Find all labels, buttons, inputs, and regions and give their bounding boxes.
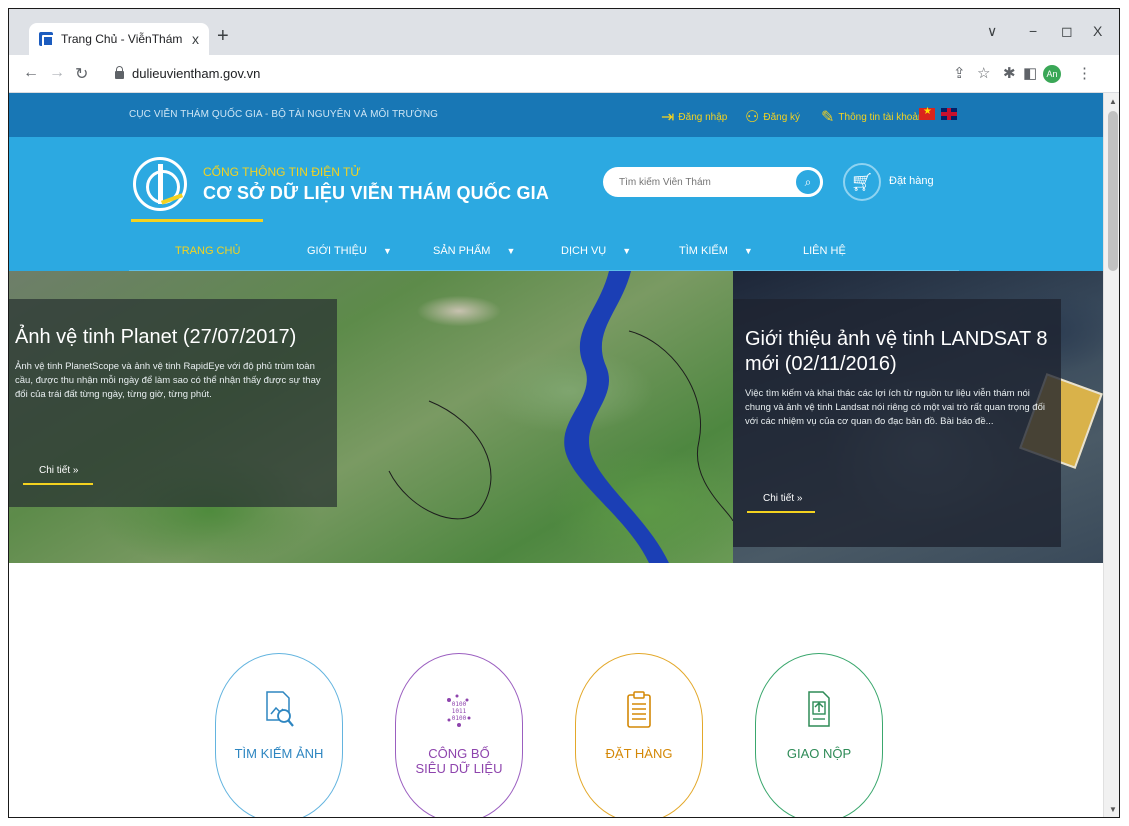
chevron-down-icon: ▼ (506, 246, 516, 256)
side-panel-icon[interactable]: ◧ (1023, 64, 1037, 82)
slide-more-underline (747, 511, 815, 513)
search-box: ⌕ (603, 167, 823, 197)
feature-label: ĐẶT HÀNG (605, 746, 673, 761)
scroll-down-icon[interactable]: ▼ (1109, 805, 1117, 814)
edit-icon: ✎ (821, 109, 835, 126)
page-scrollbar[interactable]: ▲ ▼ (1103, 93, 1119, 817)
login-label: Đăng nhập (678, 111, 728, 123)
upload-file-icon (808, 691, 830, 727)
register-user-icon: ⚇ (745, 109, 760, 126)
lock-icon (115, 65, 124, 79)
vietnamese-flag-icon[interactable] (919, 106, 935, 120)
browser-menu-icon[interactable]: ⋮ (1077, 64, 1092, 82)
scroll-up-icon[interactable]: ▲ (1109, 97, 1117, 106)
restore-button[interactable]: ◻ (1061, 23, 1073, 40)
feature-order[interactable]: ĐẶT HÀNG (575, 653, 703, 817)
menu-contact[interactable]: LIÊN HỆ (803, 245, 846, 257)
url-field[interactable]: dulieuvientham.gov.vn (115, 65, 261, 81)
menu-about-label: GIỚI THIỆU (307, 245, 367, 257)
order-link[interactable]: Đặt hàng (889, 175, 934, 187)
svg-text:1011: 1011 (452, 708, 467, 715)
slide-title-planet[interactable]: Ảnh vệ tinh Planet (27/07/2017) (15, 325, 333, 350)
scroll-thumb[interactable] (1108, 111, 1118, 271)
menu-search-label: TÌM KIẾM (679, 245, 728, 257)
menu-products[interactable]: SẢN PHẨM ▼ (433, 245, 515, 257)
close-window-button[interactable]: X (1093, 23, 1102, 39)
back-icon[interactable]: ← (23, 64, 39, 82)
image-search-icon (266, 691, 294, 727)
chevron-down-icon: ▼ (622, 246, 632, 256)
feature-label: GIAO NỘP (786, 746, 852, 761)
register-link[interactable]: ⚇ Đăng ký (745, 107, 800, 127)
menu-search[interactable]: TÌM KIẾM ▼ (679, 245, 753, 257)
chevron-down-icon: ▼ (743, 246, 753, 256)
slide-text-landsat: Việc tìm kiếm và khai thác các lợi ích t… (745, 388, 1045, 427)
login-icon: ⇥ (661, 109, 675, 126)
hero-slider: Ảnh vệ tinh Planet (27/07/2017) Ảnh vệ t… (9, 271, 1103, 563)
cart-icon[interactable]: 🛒︎ (843, 163, 881, 201)
menu-home[interactable]: TRANG CHỦ (175, 245, 240, 257)
menu-home-label: TRANG CHỦ (175, 245, 241, 257)
chevron-down-icon: ▼ (382, 246, 392, 256)
bookmark-star-icon[interactable]: ☆ (977, 64, 990, 82)
feature-label: TÌM KIẾM ẢNH (234, 746, 324, 761)
register-label: Đăng ký (763, 111, 801, 123)
search-input[interactable] (619, 176, 789, 188)
login-link[interactable]: ⇥ Đăng nhập (661, 107, 727, 127)
feature-submit[interactable]: GIAO NỘP (755, 653, 883, 817)
slide-more-link-planet[interactable]: Chi tiết » (39, 465, 78, 476)
slide-card-landsat: Giới thiệu ảnh vệ tinh LANDSAT 8 mới (02… (733, 299, 1061, 547)
site-logo-icon[interactable] (133, 157, 187, 211)
english-flag-icon[interactable] (941, 108, 957, 120)
menu-services[interactable]: DỊCH VỤ ▼ (561, 245, 631, 257)
active-menu-indicator (131, 219, 263, 222)
share-icon[interactable]: ⇪ (953, 64, 966, 82)
portal-subtitle: CỔNG THÔNG TIN ĐIỆN TỬ (203, 165, 361, 179)
account-info-link[interactable]: ✎ Thông tin tài khoản (821, 107, 923, 127)
agency-name: CỤC VIỄN THÁM QUỐC GIA - BỘ TÀI NGUYÊN V… (129, 109, 439, 120)
new-tab-button[interactable]: + (217, 25, 229, 48)
slide-more-link-landsat[interactable]: Chi tiết » (763, 493, 802, 504)
minimize-button[interactable]: − (1029, 23, 1037, 39)
main-menu: TRANG CHỦ GIỚI THIỆU ▼ SẢN PHẨM ▼ DỊCH V… (9, 233, 1103, 271)
feature-metadata[interactable]: 0100 1011 0100 CÔNG BỐ SIÊU DỮ LIỆU (395, 653, 523, 817)
page-viewport: CỤC VIỄN THÁM QUỐC GIA - BỘ TÀI NGUYÊN V… (9, 93, 1103, 817)
profile-avatar[interactable]: An (1043, 65, 1061, 83)
search-icon[interactable]: ⌕ (793, 167, 823, 197)
feature-image-search[interactable]: TÌM KIẾM ẢNH (215, 653, 343, 817)
reload-icon[interactable]: ↻ (75, 64, 88, 84)
clipboard-icon (627, 691, 651, 728)
tab-search-icon[interactable]: ∨ (987, 23, 997, 40)
slide-title-landsat[interactable]: Giới thiệu ảnh vệ tinh LANDSAT 8 mới (02… (745, 327, 1057, 377)
feature-label-line1: CÔNG BỐ (428, 746, 490, 761)
top-info-bar: CỤC VIỄN THÁM QUỐC GIA - BỘ TÀI NGUYÊN V… (9, 93, 1103, 137)
feature-label: CÔNG BỐ SIÊU DỮ LIỆU (416, 746, 503, 776)
extensions-icon[interactable]: ✱ (1003, 64, 1016, 82)
menu-about[interactable]: GIỚI THIỆU ▼ (307, 245, 392, 257)
tab-bar: Trang Chủ - ViễnThám x + ∨ − ◻ X (9, 9, 1119, 55)
menu-services-label: DỊCH VỤ (561, 245, 607, 257)
binary-data-icon: 0100 1011 0100 (447, 694, 471, 727)
browser-window: Trang Chủ - ViễnThám x + ∨ − ◻ X ← → ↻ d… (8, 8, 1120, 818)
menu-contact-label: LIÊN HỆ (803, 245, 846, 257)
tab-close-icon[interactable]: x (192, 31, 199, 47)
address-bar: ← → ↻ dulieuvientham.gov.vn ⇪ ☆ ✱ ◧ An ⋮ (9, 55, 1119, 93)
site-favicon-icon (39, 32, 54, 47)
slide-more-underline (23, 483, 93, 485)
feature-circles: TÌM KIẾM ẢNH 0100 1011 0100 CÔNG BỐ SIÊU… (9, 653, 1103, 817)
portal-title[interactable]: CƠ SỞ DỮ LIỆU VIỄN THÁM QUỐC GIA (203, 183, 549, 204)
feature-label-line2: SIÊU DỮ LIỆU (415, 761, 503, 776)
menu-products-label: SẢN PHẨM (433, 245, 491, 257)
forward-icon[interactable]: → (49, 64, 65, 82)
slide-text-planet: Ảnh vệ tinh PlanetScope và ảnh vệ tinh R… (15, 361, 321, 400)
browser-tab[interactable]: Trang Chủ - ViễnThám x (29, 23, 209, 55)
svg-text:0100: 0100 (452, 715, 467, 722)
account-label: Thông tin tài khoản (838, 111, 924, 123)
tab-title: Trang Chủ - ViễnThám (61, 32, 183, 46)
slide-card-planet: Ảnh vệ tinh Planet (27/07/2017) Ảnh vệ t… (9, 299, 337, 507)
svg-text:0100: 0100 (452, 701, 467, 708)
url-text: dulieuvientham.gov.vn (132, 66, 261, 81)
site-header: CỔNG THÔNG TIN ĐIỆN TỬ CƠ SỞ DỮ LIỆU VIỄ… (9, 137, 1103, 271)
